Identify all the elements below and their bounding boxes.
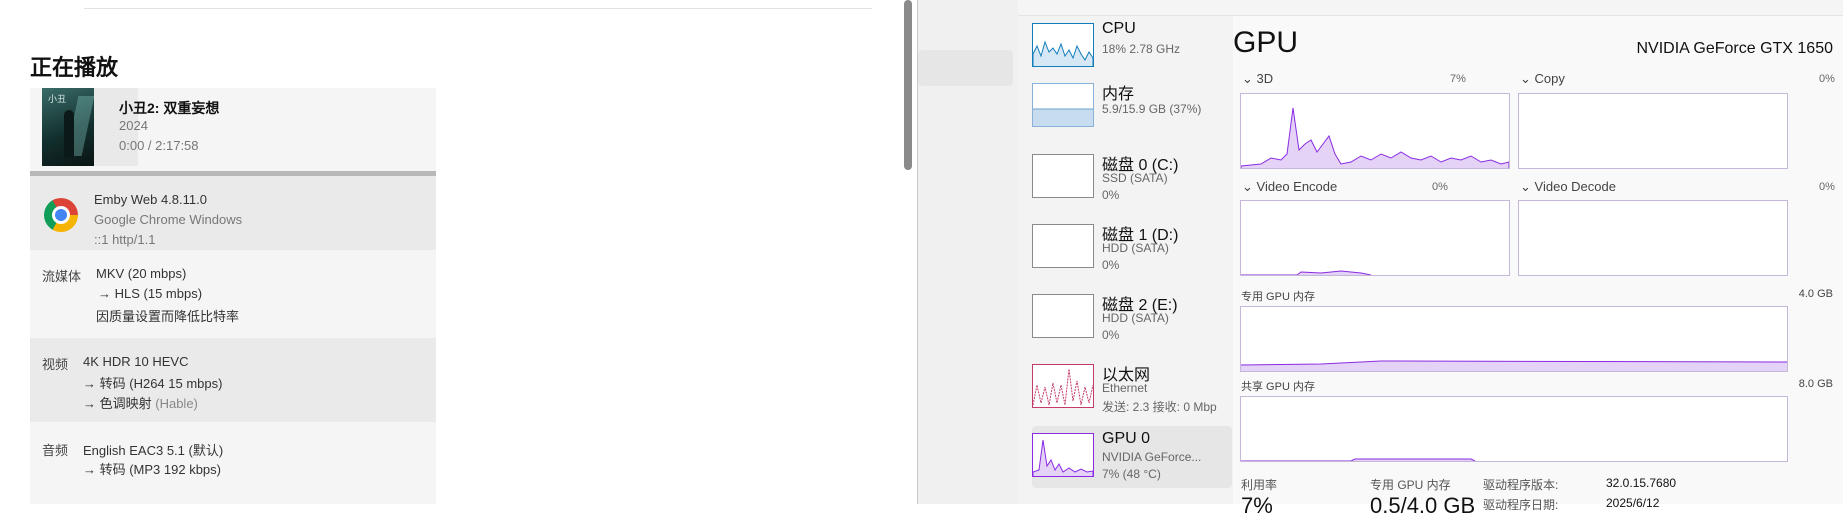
memory-thumb: [1032, 83, 1094, 127]
playback-time: 0:00 / 2:17:58: [119, 138, 199, 153]
stream-label: 流媒体: [42, 269, 82, 284]
resource-memory[interactable]: 内存 5.9/15.9 GB (37%): [1032, 76, 1232, 138]
engine-3d-selector[interactable]: ⌄ 3D: [1242, 71, 1273, 87]
emby-panel: 正在播放 小丑 小丑2: 双重妄想 2024 0:00 / 2:17:58 Em…: [0, 0, 918, 504]
util-value: 7%: [1241, 493, 1273, 518]
client-address: ::1 http/1.1: [94, 232, 156, 247]
resource-disk-2[interactable]: 磁盘 2 (E:) HDD (SATA) 0%: [1032, 287, 1232, 349]
driver-version-label: 驱动程序版本:: [1483, 478, 1559, 492]
audio-source: English EAC3 5.1 (默认): [83, 443, 224, 458]
dedicated-memory-max: 4.0 GB: [1798, 288, 1833, 300]
gpu-thumb: [1032, 433, 1094, 477]
ethernet-thumb: [1032, 364, 1094, 408]
client-app: Emby Web 4.8.11.0: [94, 192, 207, 207]
dedicated-stat-label: 专用 GPU 内存: [1370, 478, 1451, 492]
video-source: 4K HDR 10 HEVC: [83, 354, 189, 369]
engine-copy-graph: [1518, 93, 1788, 169]
nav-sidebar: [918, 0, 1018, 504]
divider: [84, 8, 872, 9]
dedicated-stat-value: 0.5/4.0 GB: [1370, 493, 1476, 518]
task-manager: CPU 18% 2.78 GHz 内存 5.9/15.9 GB (37%) 磁盘…: [918, 0, 1843, 518]
stream-reason: 因质量设置而降低比特率: [96, 309, 240, 324]
resource-disk-1[interactable]: 磁盘 1 (D:) HDD (SATA) 0%: [1032, 217, 1232, 279]
audio-label: 音频: [42, 443, 69, 458]
now-playing-card[interactable]: 小丑 小丑2: 双重妄想 2024 0:00 / 2:17:58 Emby We…: [30, 88, 436, 504]
stream-info: 流媒体 MKV (20 mbps) → HLS (15 mbps) 因质量设置而…: [30, 250, 436, 328]
engine-3d-graph: [1240, 93, 1510, 169]
video-label: 视频: [42, 357, 69, 372]
resource-disk-0[interactable]: 磁盘 0 (C:) SSD (SATA) 0%: [1032, 147, 1232, 209]
gpu-title: GPU: [1233, 26, 1299, 59]
chevron-down-icon: ⌄: [1520, 179, 1531, 194]
video-info: 视频 4K HDR 10 HEVC → 转码 (H264 15 mbps) → …: [30, 338, 436, 422]
movie-title[interactable]: 小丑2: 双重妄想: [119, 98, 219, 118]
audio-info: 音频 English EAC3 5.1 (默认) → 转码 (MP3 192 k…: [30, 424, 436, 504]
disk1-thumb: [1032, 224, 1094, 268]
engine-decode-selector[interactable]: ⌄ Video Decode: [1520, 179, 1616, 195]
chrome-icon: [44, 198, 78, 232]
util-label: 利用率: [1241, 478, 1278, 492]
scrollbar[interactable]: [904, 0, 912, 170]
shared-memory-label: 共享 GPU 内存: [1241, 381, 1315, 393]
chevron-down-icon: ⌄: [1242, 71, 1253, 86]
cpu-thumb: [1032, 23, 1094, 67]
disk0-thumb: [1032, 154, 1094, 198]
dedicated-memory-label: 专用 GPU 内存: [1241, 291, 1315, 303]
engine-encode-graph: [1240, 200, 1510, 276]
engine-decode-graph: [1518, 200, 1788, 276]
audio-transcode: → 转码 (MP3 192 kbps): [83, 462, 221, 477]
movie-poster[interactable]: 小丑: [42, 88, 94, 166]
disk2-thumb: [1032, 294, 1094, 338]
sidebar-item-performance[interactable]: [918, 50, 1013, 86]
client-browser: Google Chrome Windows: [94, 212, 243, 227]
driver-date-label: 驱动程序日期:: [1483, 498, 1559, 512]
resource-gpu-0[interactable]: GPU 0 NVIDIA GeForce... 7% (48 °C): [1032, 426, 1232, 488]
shared-memory-max: 8.0 GB: [1798, 378, 1833, 390]
gpu-details: GPU NVIDIA GeForce GTX 1650 ⌄ 3D 7% ⌄ Co…: [1233, 16, 1843, 518]
chevron-down-icon: ⌄: [1520, 71, 1531, 86]
shared-memory-graph: [1240, 396, 1788, 462]
chevron-down-icon: ⌄: [1242, 179, 1253, 194]
engine-encode-selector[interactable]: ⌄ Video Encode: [1242, 179, 1337, 195]
video-tonemap: → 色调映射 (Hable): [83, 396, 198, 411]
resource-cpu[interactable]: CPU 18% 2.78 GHz: [1032, 16, 1232, 78]
client-info: Emby Web 4.8.11.0 Google Chrome Windows …: [30, 176, 436, 250]
video-transcode: → 转码 (H264 15 mbps): [83, 376, 223, 391]
engine-copy-selector[interactable]: ⌄ Copy: [1520, 71, 1565, 87]
resource-list: CPU 18% 2.78 GHz 内存 5.9/15.9 GB (37%) 磁盘…: [1018, 16, 1233, 504]
stream-target: → HLS (15 mbps): [98, 286, 203, 301]
media-header[interactable]: 小丑 小丑2: 双重妄想 2024 0:00 / 2:17:58: [30, 88, 436, 176]
page-title: 正在播放: [30, 55, 119, 80]
driver-date-value: 2025/6/12: [1606, 496, 1660, 510]
poster-title: 小丑: [48, 95, 67, 105]
resource-ethernet[interactable]: 以太网 Ethernet 发送: 2.3 接收: 0 Mbp: [1032, 357, 1232, 419]
stream-source: MKV (20 mbps): [96, 266, 187, 281]
movie-year: 2024: [119, 118, 148, 133]
gpu-model: NVIDIA GeForce GTX 1650: [1636, 40, 1833, 57]
toolbar: [1018, 0, 1843, 16]
driver-version-value: 32.0.15.7680: [1606, 476, 1677, 490]
dedicated-memory-graph: [1240, 306, 1788, 372]
